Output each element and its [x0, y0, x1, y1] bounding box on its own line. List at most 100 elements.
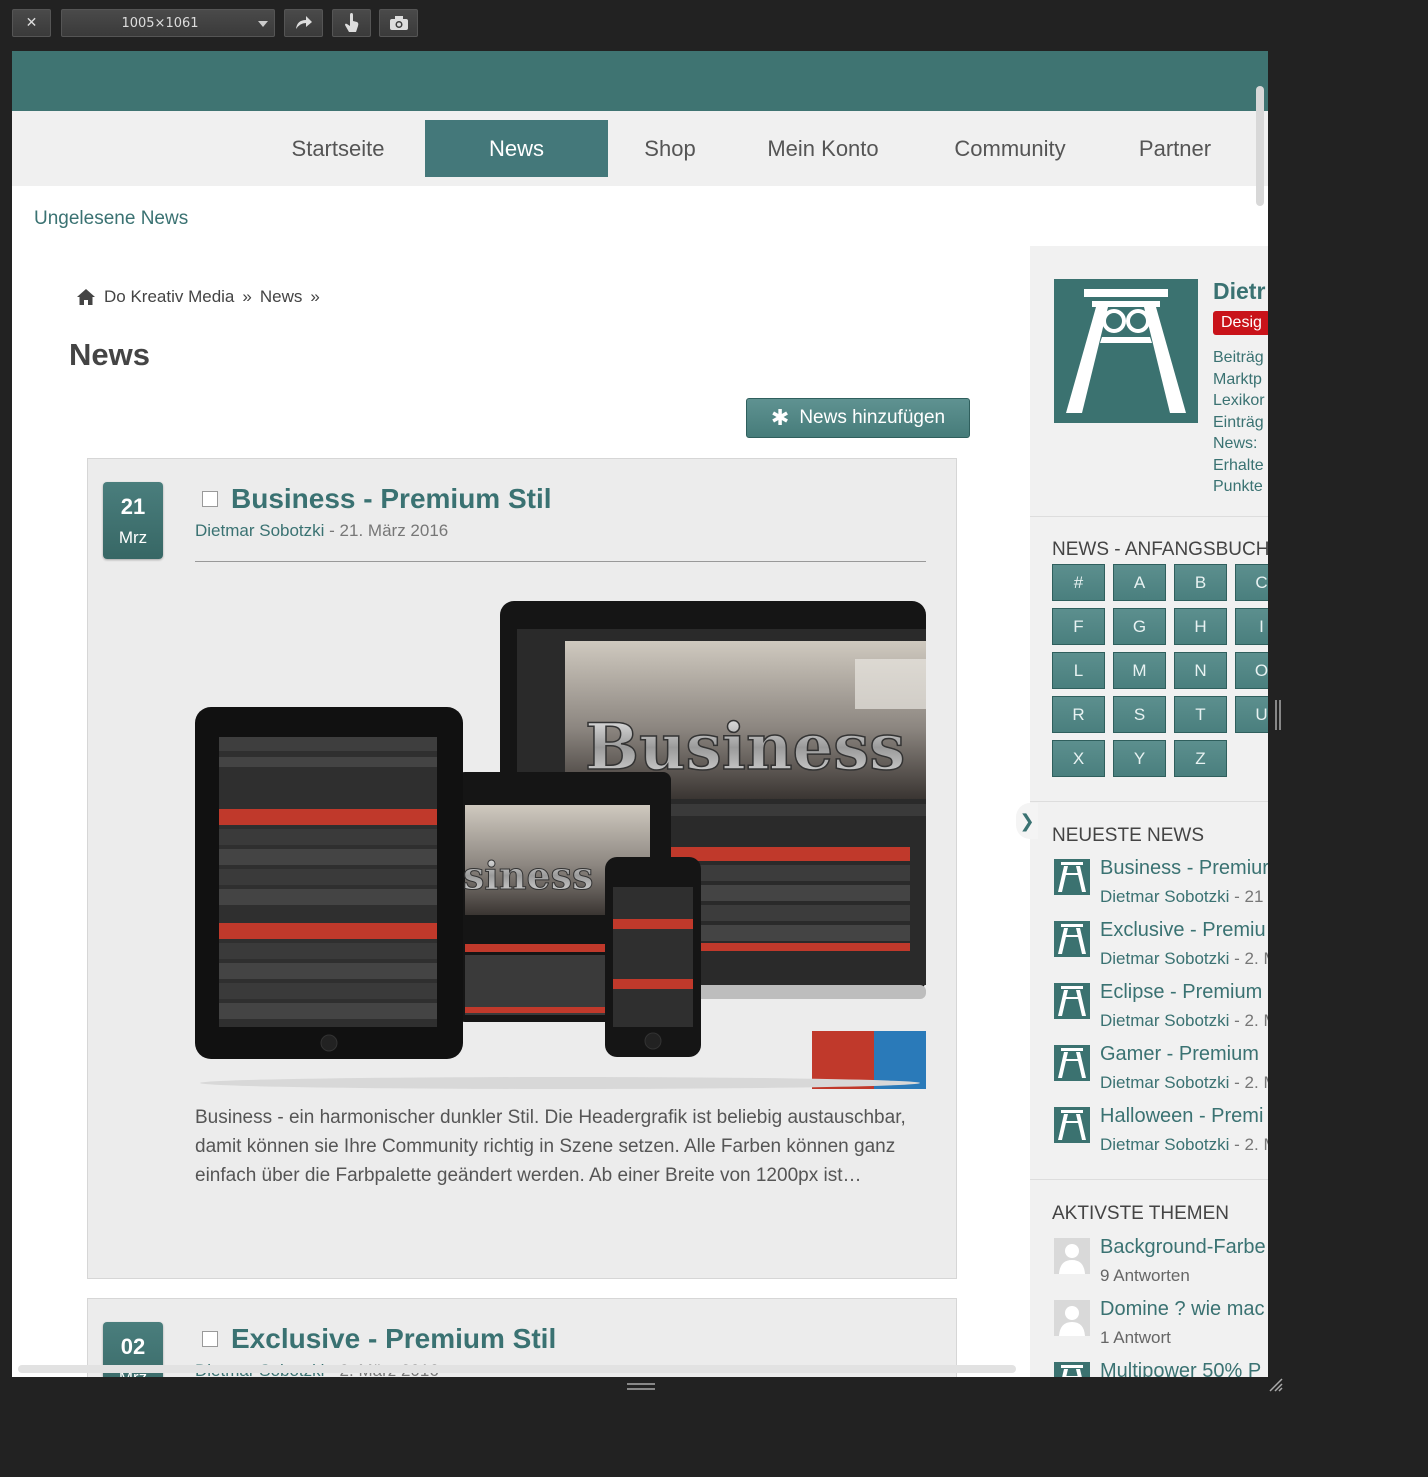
author-link[interactable]: Dietmar Sobotzki: [1100, 887, 1229, 906]
letter-button[interactable]: B: [1174, 564, 1227, 601]
topic-title[interactable]: Multipower 50% P: [1100, 1360, 1261, 1377]
news-thumbnail-icon[interactable]: [1054, 1107, 1090, 1143]
stat-label[interactable]: Einträg: [1213, 412, 1265, 434]
main-nav: Startseite News Shop Mein Konto Communit…: [12, 111, 1268, 186]
latest-news-title[interactable]: Eclipse - Premium: [1100, 981, 1262, 1004]
breadcrumb-item[interactable]: News: [260, 287, 303, 307]
author-link[interactable]: Dietmar Sobotzki: [195, 521, 324, 540]
author-link[interactable]: Dietmar Sobotzki: [1100, 1073, 1229, 1092]
letter-button[interactable]: G: [1113, 608, 1166, 645]
stat-label[interactable]: News:: [1213, 433, 1265, 455]
letter-button[interactable]: N: [1174, 652, 1227, 689]
author-link[interactable]: Dietmar Sobotzki: [1100, 1135, 1229, 1154]
news-thumbnail-icon[interactable]: [1054, 983, 1090, 1019]
horizontal-scrollbar[interactable]: [18, 1365, 1016, 1373]
user-name[interactable]: Dietr: [1213, 278, 1265, 305]
unread-news-link[interactable]: Ungelesene News: [34, 208, 188, 230]
topic-title[interactable]: Background-Farbe: [1100, 1236, 1266, 1259]
news-thumbnail-icon[interactable]: [1054, 921, 1090, 957]
letter-button[interactable]: M: [1113, 652, 1166, 689]
author-link[interactable]: Dietmar Sobotzki: [1100, 949, 1229, 968]
resize-handle-vertical[interactable]: [1275, 700, 1281, 730]
letter-button[interactable]: T: [1174, 696, 1227, 733]
letter-button[interactable]: L: [1052, 652, 1105, 689]
latest-news-heading: NEUESTE NEWS: [1052, 825, 1205, 846]
topic-title[interactable]: Domine ? wie mac: [1100, 1298, 1265, 1321]
breadcrumb-separator: »: [242, 287, 252, 306]
letter-button[interactable]: A: [1113, 564, 1166, 601]
latest-news-meta: Dietmar Sobotzki - 2. M: [1100, 1011, 1268, 1031]
user-avatar-icon[interactable]: [1054, 1300, 1090, 1336]
news-thumbnail-icon[interactable]: [1054, 1045, 1090, 1081]
divider: [1030, 516, 1268, 517]
home-icon[interactable]: [76, 288, 96, 306]
letter-button[interactable]: X: [1052, 740, 1105, 777]
screenshot-button[interactable]: [379, 9, 418, 37]
date-month: Mrz: [118, 528, 148, 547]
user-avatar[interactable]: [1054, 279, 1198, 423]
letter-button[interactable]: Z: [1174, 740, 1227, 777]
nav-item-news[interactable]: News: [425, 120, 608, 177]
nav-item-mein-konto[interactable]: Mein Konto: [749, 120, 897, 177]
latest-news-title[interactable]: Gamer - Premium: [1100, 1043, 1259, 1066]
nav-item-shop[interactable]: Shop: [626, 120, 714, 177]
rotate-button[interactable]: [284, 9, 323, 37]
news-date: - 2. M: [1234, 1135, 1268, 1154]
letter-button[interactable]: S: [1113, 696, 1166, 733]
breadcrumb-separator: »: [310, 287, 320, 306]
stat-label[interactable]: Punkte: [1213, 476, 1265, 498]
date-day: 02: [120, 1334, 146, 1359]
news-title[interactable]: Business - Premium Stil: [231, 483, 552, 515]
letter-button[interactable]: H: [1174, 608, 1227, 645]
latest-news-title[interactable]: Business - Premiur: [1100, 857, 1268, 880]
latest-news-title[interactable]: Exclusive - Premiu: [1100, 919, 1266, 942]
latest-news-meta: Dietmar Sobotzki - 2. M: [1100, 1073, 1268, 1093]
page-title: News: [69, 337, 150, 372]
stat-label[interactable]: Beiträg: [1213, 347, 1265, 369]
touch-button[interactable]: [332, 9, 371, 37]
add-news-button[interactable]: ✱ News hinzufügen: [746, 398, 970, 438]
latest-news-meta: Dietmar Sobotzki - 2. M: [1100, 949, 1268, 969]
letter-button[interactable]: U: [1235, 696, 1268, 733]
chevron-right-icon: ❯: [1019, 810, 1035, 832]
resize-corner-icon[interactable]: [1268, 1377, 1284, 1393]
stat-label[interactable]: Marktp: [1213, 369, 1265, 391]
nav-item-community[interactable]: Community: [932, 120, 1088, 177]
news-thumbnail-icon[interactable]: [1054, 859, 1090, 895]
news-thumbnail-icon[interactable]: [1054, 1362, 1090, 1377]
resize-handle-horizontal[interactable]: [627, 1383, 655, 1391]
letter-button[interactable]: #: [1052, 564, 1105, 601]
active-topics-heading: AKTIVSTE THEMEN: [1052, 1203, 1230, 1224]
user-avatar-icon[interactable]: [1054, 1238, 1090, 1274]
latest-news-title[interactable]: Halloween - Premi: [1100, 1105, 1263, 1128]
date-badge: 21 Mrz: [103, 482, 163, 559]
stat-label[interactable]: Lexikor: [1213, 390, 1265, 412]
topic-replies: 1 Antwort: [1100, 1328, 1171, 1347]
nav-item-startseite[interactable]: Startseite: [266, 120, 410, 177]
select-checkbox[interactable]: [202, 1331, 218, 1347]
news-image[interactable]: Business siness: [195, 599, 926, 1091]
vertical-scrollbar[interactable]: [1256, 86, 1264, 206]
letter-button[interactable]: C: [1235, 564, 1268, 601]
user-rank-badge: Desig: [1213, 311, 1268, 335]
viewport-size-select[interactable]: 1005×1061: [61, 9, 275, 37]
breadcrumb: Do Kreativ Media » News »: [76, 287, 320, 307]
nav-item-partner[interactable]: Partner: [1122, 120, 1228, 177]
stat-label[interactable]: Erhalte: [1213, 455, 1265, 477]
letter-button[interactable]: Y: [1113, 740, 1166, 777]
news-item: 21 Mrz Business - Premium Stil Dietmar S…: [87, 458, 957, 1279]
sidebar-toggle-button[interactable]: ❯: [1016, 803, 1038, 839]
news-date: - 2. M: [1234, 1011, 1268, 1030]
news-excerpt: Business - ein harmonischer dunkler Stil…: [195, 1107, 906, 1186]
divider: [1030, 801, 1268, 802]
letter-button[interactable]: I: [1235, 608, 1268, 645]
author-link[interactable]: Dietmar Sobotzki: [1100, 1011, 1229, 1030]
close-button[interactable]: ✕: [12, 9, 51, 37]
letter-button[interactable]: F: [1052, 608, 1105, 645]
letter-button[interactable]: O: [1235, 652, 1268, 689]
asterisk-icon: ✱: [770, 405, 790, 430]
letter-button[interactable]: R: [1052, 696, 1105, 733]
select-checkbox[interactable]: [202, 491, 218, 507]
breadcrumb-item[interactable]: Do Kreativ Media: [104, 287, 234, 307]
news-title[interactable]: Exclusive - Premium Stil: [231, 1323, 556, 1355]
